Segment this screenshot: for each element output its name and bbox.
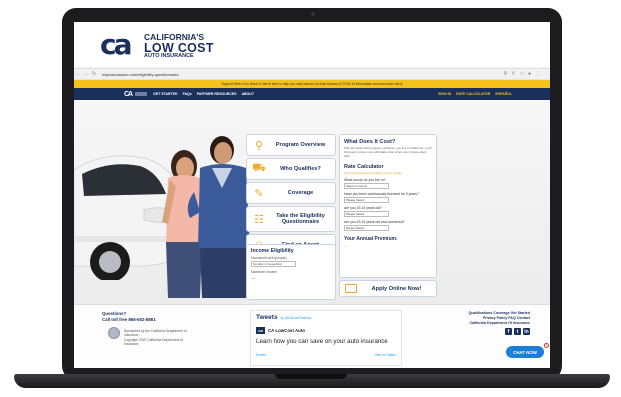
card-label: Program Overview <box>275 141 326 148</box>
nav-item-partner-resources[interactable]: PARTNER RESOURCES <box>197 92 237 96</box>
card-program-overview[interactable]: ⚲ Program Overview <box>246 134 336 156</box>
nav-item-about[interactable]: ABOUT <box>242 92 254 96</box>
twitter-icon[interactable]: t <box>514 328 521 335</box>
twitter-widget: Tweets by @CALowCostAuto ca CA LowCost A… <box>250 310 402 366</box>
arrow-left-icon[interactable]: ← <box>74 71 82 77</box>
close-icon[interactable]: x <box>544 343 549 348</box>
laptop-notch <box>275 374 347 379</box>
nav-item-sign-in[interactable]: SIGN IN <box>438 92 451 96</box>
questions-label: Questions? <box>102 311 127 316</box>
copyright-line: Copyright 2022 California Department of … <box>124 337 184 346</box>
rate-calculator-note: Find out the annual premium in your coun… <box>344 170 403 175</box>
cost-body: With the state-wide program, whatever yo… <box>344 146 432 158</box>
state-seal-icon <box>108 327 120 339</box>
tweets-by[interactable]: by @CALowCostAuto <box>281 316 312 320</box>
logo-mark[interactable]: ca <box>100 31 140 59</box>
avatar[interactable]: ca <box>256 327 265 334</box>
site-header: ca CALIFORNIA'S LOW COST AUTO INSURANCE <box>74 22 550 67</box>
premium-title: Your Annual Premium: <box>344 235 398 242</box>
extensions-icon[interactable]: ● <box>528 71 531 77</box>
tweet-account[interactable]: CA LowCost Auto <box>268 328 305 333</box>
nav-items: GET STARTED FAQs PARTNER RESOURCES ABOUT <box>153 92 254 96</box>
cost-panel: What Does It Cost? With the state-wide p… <box>339 134 437 278</box>
social-links: f t in <box>446 328 530 335</box>
alert-banner[interactable]: Support When You Need It: We're here to … <box>74 80 550 88</box>
tweet-author: ca CA LowCost Auto <box>256 327 396 334</box>
apply-label: Apply Online Now! <box>371 285 422 292</box>
sponsor-line: Sponsored by the California Department o… <box>124 329 187 338</box>
licensed-question: Have you been continuously licensed for … <box>344 191 419 196</box>
footer-links-row3[interactable]: California Department Of Insurance <box>446 321 530 325</box>
tweet-text: Learn how you can save on your auto insu… <box>256 338 388 345</box>
zoom-icon[interactable]: ⚲ <box>504 71 508 77</box>
linkedin-icon[interactable]: in <box>523 328 530 335</box>
apply-online-button[interactable]: Apply Online Now! <box>339 280 437 297</box>
phone-link[interactable]: Call toll free 866-602-8861 <box>102 317 156 322</box>
age-select[interactable]: Please Select <box>344 210 389 217</box>
tweets-header: Tweets by @CALowCostAuto <box>256 314 396 321</box>
tweets-footer: Embed View on Twitter <box>256 353 396 357</box>
contact-block: Questions? Call toll free 866-602-8861 <box>102 311 156 322</box>
card-label: Who Qualifies? <box>280 165 321 172</box>
card-who-qualifies[interactable]: ⛟ Who Qualifies? <box>246 158 336 180</box>
card-coverage[interactable]: ✎ Coverage <box>246 182 336 204</box>
rate-calculator-title: Rate Calculator <box>344 163 384 170</box>
household-label: Household size (people) <box>251 256 287 260</box>
camera-icon <box>311 12 315 16</box>
max-income-value: --- <box>251 275 255 280</box>
logo-line3: AUTO INSURANCE <box>144 53 194 59</box>
cost-title: What Does It Cost? <box>344 139 396 145</box>
clipboard-icon: ☷ <box>254 213 264 226</box>
url-text[interactable]: mylowcostauto.com/eligibility-questionna… <box>102 72 504 77</box>
quick-links: ⚲ Program Overview ⛟ Who Qualifies? ✎ Co… <box>246 134 336 258</box>
laptop-icon <box>345 284 357 293</box>
age-question: Are you 19-24 years old? <box>344 205 382 210</box>
pen-icon: ✎ <box>254 187 264 200</box>
nav-item-espanol[interactable]: ESPAÑOL <box>495 92 512 96</box>
car-icon: ⛟ <box>252 162 266 174</box>
premium-value: --- <box>344 242 348 248</box>
tweets-title: Tweets <box>256 314 278 321</box>
url-bar: ← → ↻ mylowcostauto.com/eligibility-ques… <box>74 68 550 80</box>
county-select[interactable]: Select a County <box>344 182 389 189</box>
income-title: Income Eligibility <box>251 248 294 254</box>
licensed-select[interactable]: Please Select <box>344 196 389 203</box>
reload-icon[interactable]: ↻ <box>90 71 98 77</box>
card-label: Take the Eligibility Questionnaire <box>276 212 325 225</box>
laptop-screen: ca CALIFORNIA'S LOW COST AUTO INSURANCE … <box>74 22 550 368</box>
menu-icon[interactable]: ⋮ <box>535 71 540 77</box>
arrow-right-icon[interactable]: → <box>82 71 90 77</box>
card-label: Coverage <box>287 189 314 196</box>
sponsor-text: Sponsored by the California Department o… <box>124 329 194 346</box>
laptop-lid: ca CALIFORNIA'S LOW COST AUTO INSURANCE … <box>62 8 562 380</box>
site-footer: Questions? Call toll free 866-602-8861 S… <box>74 304 550 368</box>
chat-now-button[interactable]: CHAT NOW <box>506 346 544 358</box>
card-eligibility-questionnaire[interactable]: ☷ Take the Eligibility Questionnaire <box>246 206 336 232</box>
county-question: What county do you live in? <box>344 177 386 182</box>
footer-links-row1[interactable]: Qualifications Coverage Get Started <box>446 311 530 315</box>
main-nav: CA GET STARTED FAQs PARTNER RESOURCES AB… <box>74 88 550 100</box>
nav-item-rate-calculator[interactable]: RATE CALCULATOR <box>456 92 490 96</box>
nav-item-faqs[interactable]: FAQs <box>183 92 192 96</box>
view-on-twitter-link[interactable]: View on Twitter <box>375 353 397 357</box>
footer-links-row2[interactable]: Privacy Policy FAQ Contact <box>446 316 530 320</box>
unmarried-question: Are you 19-24 years old and unmarried? <box>344 219 405 224</box>
browser-toolbar: ⚲ ⇧ ☆ ● ⋮ <box>504 71 540 77</box>
stage: ca CALIFORNIA'S LOW COST AUTO INSURANCE … <box>0 0 621 397</box>
income-eligibility-panel: Income Eligibility Household size (peopl… <box>246 244 336 300</box>
max-income-label: Maximum Income <box>251 270 278 274</box>
nav-item-get-started[interactable]: GET STARTED <box>153 92 177 96</box>
share-icon[interactable]: ⇧ <box>511 71 515 77</box>
facebook-icon[interactable]: f <box>505 328 512 335</box>
nav-logo[interactable]: CA <box>124 91 133 98</box>
household-select[interactable]: Number in household <box>251 261 296 267</box>
magnifier-icon: ⚲ <box>254 139 264 152</box>
nav-logo-sub <box>135 92 148 96</box>
nav-right: SIGN IN RATE CALCULATOR ESPAÑOL <box>438 92 512 96</box>
embed-link[interactable]: Embed <box>256 353 266 357</box>
logo-text[interactable]: CALIFORNIA'S LOW COST AUTO INSURANCE <box>144 33 214 60</box>
star-icon[interactable]: ☆ <box>519 71 523 77</box>
unmarried-select[interactable]: Please Select <box>344 224 389 231</box>
footer-links: Qualifications Coverage Get Started Priv… <box>446 311 530 335</box>
